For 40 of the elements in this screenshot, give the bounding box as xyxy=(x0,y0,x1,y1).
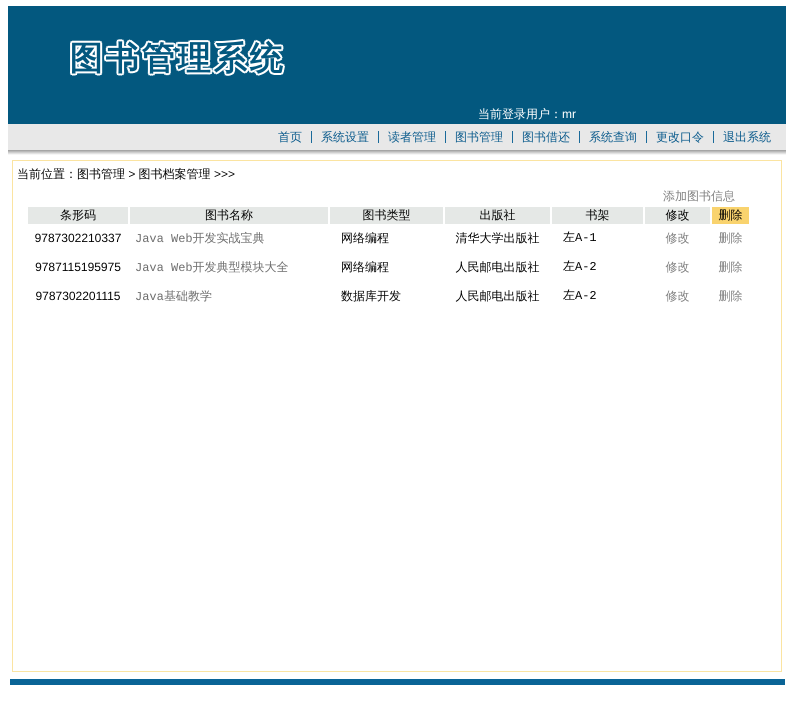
nav-link[interactable]: 读者管理 xyxy=(388,130,436,144)
column-header: 修改 xyxy=(645,207,710,224)
nav-link[interactable]: 退出系统 xyxy=(723,130,771,144)
publisher-cell-text: 清华大学出版社 xyxy=(454,230,540,247)
shelf-cell-text: 左A-1 xyxy=(562,230,598,247)
book-type-cell-text: 数据库开发 xyxy=(340,288,402,305)
column-header: 条形码 xyxy=(28,207,128,224)
shelf-cell-text: 左A-2 xyxy=(562,259,598,276)
add-book-link[interactable]: 添加图书信息 xyxy=(663,189,735,203)
delete-link[interactable]: 删除 xyxy=(718,289,742,303)
barcode-cell-text: 9787302201115 xyxy=(34,288,122,305)
edit-link[interactable]: 修改 xyxy=(666,260,690,274)
nav-link[interactable]: 图书管理 xyxy=(455,130,503,144)
barcode-cell-text: 9787302210337 xyxy=(34,230,122,247)
book-type-cell-text: 网络编程 xyxy=(340,259,390,276)
logo-text: 图书管理系统 xyxy=(70,40,286,76)
nav-link[interactable]: 首页 xyxy=(278,130,302,144)
column-header: 图书类型 xyxy=(330,207,443,224)
book-title-link[interactable]: Java Web开发实战宝典 xyxy=(135,232,265,246)
edit-link[interactable]: 修改 xyxy=(666,231,690,245)
breadcrumb: 当前位置：图书管理 > 图书档案管理 >>> xyxy=(16,166,236,181)
publisher-cell-text: 人民邮电出版社 xyxy=(454,259,540,276)
barcode-cell-text: 9787115195975 xyxy=(34,259,122,276)
column-header: 书架 xyxy=(552,207,643,224)
delete-link[interactable]: 删除 xyxy=(718,231,742,245)
column-header: 删除 xyxy=(712,207,749,224)
book-title-link[interactable]: Java Web开发典型模块大全 xyxy=(135,261,289,275)
publisher-cell-text: 人民邮电出版社 xyxy=(454,288,540,305)
book-type-cell-text: 网络编程 xyxy=(340,230,390,247)
login-user-text: 当前登录用户：mr xyxy=(478,107,576,121)
delete-link[interactable]: 删除 xyxy=(718,260,742,274)
column-header: 出版社 xyxy=(445,207,550,224)
nav-link[interactable]: 系统设置 xyxy=(321,130,369,144)
column-header: 图书名称 xyxy=(130,207,328,224)
edit-link[interactable]: 修改 xyxy=(666,289,690,303)
shelf-cell-text: 左A-2 xyxy=(562,288,598,305)
nav-link[interactable]: 图书借还 xyxy=(522,130,570,144)
nav-link[interactable]: 系统查询 xyxy=(589,130,637,144)
book-title-link[interactable]: Java基础教学 xyxy=(135,290,212,304)
nav-link[interactable]: 更改口令 xyxy=(656,130,704,144)
